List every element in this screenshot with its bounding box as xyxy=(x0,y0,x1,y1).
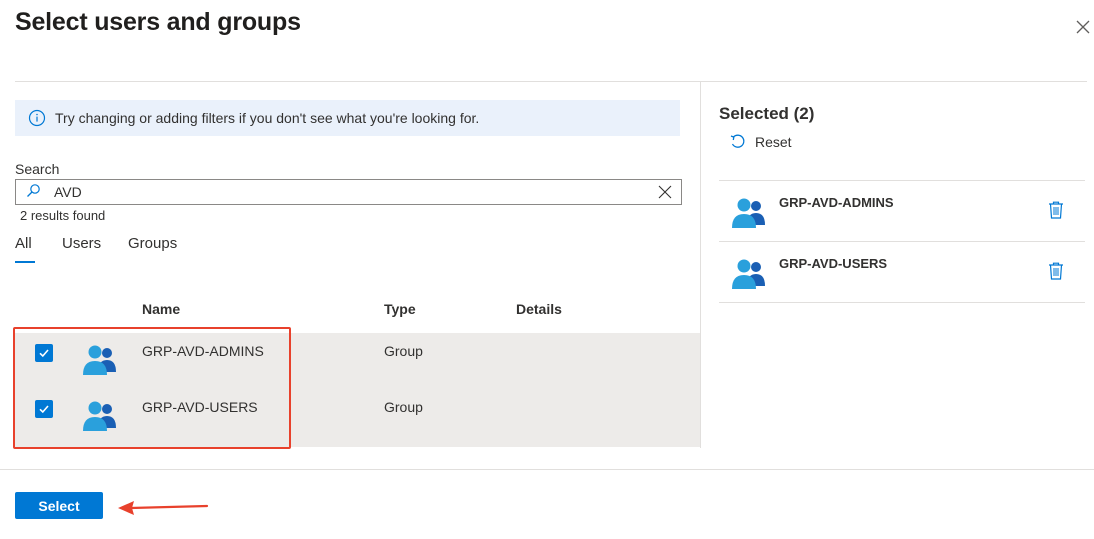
column-header-name[interactable]: Name xyxy=(142,301,180,317)
selected-item: GRP-AVD-ADMINS xyxy=(719,181,1085,242)
info-banner: Try changing or adding filters if you do… xyxy=(15,100,680,136)
select-button[interactable]: Select xyxy=(15,492,103,519)
search-input[interactable] xyxy=(54,182,644,202)
selected-title: Selected (2) xyxy=(719,104,815,123)
group-icon xyxy=(729,256,769,290)
footer-divider xyxy=(0,469,1094,470)
search-box xyxy=(15,179,682,205)
tab-all[interactable]: All xyxy=(15,235,32,252)
selected-item: GRP-AVD-USERS xyxy=(719,242,1085,303)
selected-item-name: GRP-AVD-ADMINS xyxy=(779,195,894,210)
reset-label: Reset xyxy=(755,133,792,150)
group-icon xyxy=(729,195,769,229)
row-type: Group xyxy=(384,343,423,359)
search-label: Search xyxy=(15,161,60,177)
tab-users[interactable]: Users xyxy=(62,235,101,252)
panel-divider xyxy=(700,82,701,448)
tab-groups[interactable]: Groups xyxy=(128,235,177,252)
selected-item-name: GRP-AVD-USERS xyxy=(779,256,888,271)
dialog-title: Select users and groups xyxy=(15,8,301,36)
row-type: Group xyxy=(384,399,423,415)
close-icon[interactable] xyxy=(1072,16,1094,38)
clear-icon[interactable] xyxy=(657,184,673,200)
red-arrow-icon xyxy=(115,497,210,517)
trash-icon[interactable] xyxy=(1047,261,1065,281)
column-header-type[interactable]: Type xyxy=(384,301,416,317)
active-tab-indicator xyxy=(15,261,35,263)
column-header-details[interactable]: Details xyxy=(516,301,562,317)
undo-icon xyxy=(730,134,745,148)
search-icon xyxy=(25,183,41,199)
info-icon xyxy=(28,109,46,127)
info-text: Try changing or adding filters if you do… xyxy=(55,110,480,126)
header-divider xyxy=(15,81,1087,82)
reset-button[interactable]: Reset xyxy=(729,133,792,150)
results-count: 2 results found xyxy=(20,208,106,223)
annotation-highlight-box xyxy=(13,327,291,449)
trash-icon[interactable] xyxy=(1047,200,1065,220)
